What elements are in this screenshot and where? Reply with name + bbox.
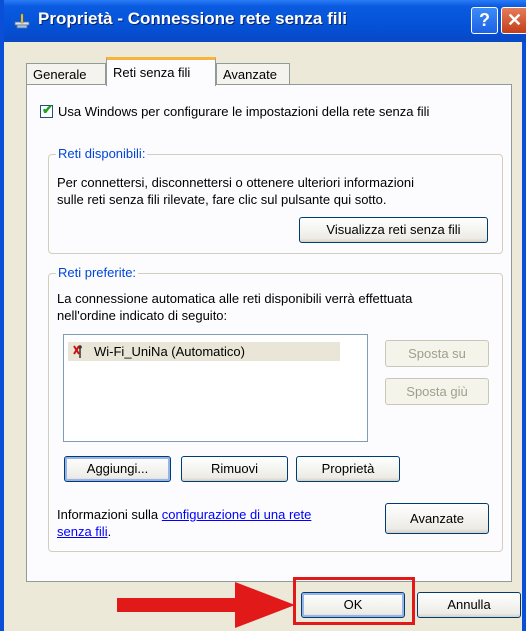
view-wireless-networks-button[interactable]: Visualizza reti senza fili (299, 217, 488, 243)
title-bar[interactable]: Proprietà - Connessione rete senza fili … (4, 0, 526, 42)
remove-button[interactable]: Rimuovi (181, 456, 288, 482)
network-connection-icon (14, 13, 30, 29)
move-down-button[interactable]: Sposta giù (385, 378, 489, 405)
properties-dialog: Proprietà - Connessione rete senza fili … (0, 0, 526, 631)
available-text-line2: sulle reti senza fili rilevate, fare cli… (57, 192, 387, 207)
available-networks-label: Reti disponibili: (56, 146, 148, 161)
close-button[interactable]: ✕ (501, 7, 526, 34)
available-text-line1: Per connettersi, disconnettersi o ottene… (57, 175, 414, 190)
network-name: Wi-Fi_UniNa (Automatico) (94, 344, 245, 359)
info-text-line2: senza fili. (57, 523, 111, 540)
windows-config-label: Usa Windows per configurare le impostazi… (58, 104, 430, 119)
cancel-button[interactable]: Annulla (417, 592, 521, 618)
tab-generale[interactable]: Generale (26, 63, 106, 85)
config-link-continued[interactable]: senza fili (57, 524, 108, 539)
tab-avanzate[interactable]: Avanzate (216, 63, 290, 85)
help-button[interactable]: ? (471, 7, 498, 34)
info-text-line1: Informazioni sulla configurazione di una… (57, 506, 311, 523)
red-arrow-icon (117, 582, 295, 628)
info-prefix: Informazioni sulla (57, 507, 162, 522)
config-link[interactable]: configurazione di una rete (162, 507, 312, 522)
preferred-networks-label: Reti preferite: (56, 265, 139, 280)
list-item[interactable]: Wi-Fi_UniNa (Automatico) (68, 342, 340, 361)
wireless-network-icon (73, 345, 82, 358)
preferred-text-line2: nell'ordine indicato di seguito: (57, 308, 228, 323)
preferred-networks-list[interactable]: Wi-Fi_UniNa (Automatico) (63, 334, 368, 442)
move-up-button[interactable]: Sposta su (385, 340, 489, 367)
preferred-text-line1: La connessione automatica alle reti disp… (57, 291, 413, 306)
checkmark-icon: ✔ (42, 102, 53, 117)
advanced-button[interactable]: Avanzate (385, 503, 489, 534)
window-title: Proprietà - Connessione rete senza fili (38, 9, 347, 28)
info-suffix: . (107, 524, 112, 539)
windows-config-checkbox[interactable]: ✔ (40, 102, 53, 118)
properties-button[interactable]: Proprietà (296, 456, 400, 482)
tab-reti-senza-fili[interactable]: Reti senza fili (106, 57, 216, 86)
add-button[interactable]: Aggiungi... (64, 456, 171, 482)
ok-button[interactable]: OK (301, 592, 405, 618)
